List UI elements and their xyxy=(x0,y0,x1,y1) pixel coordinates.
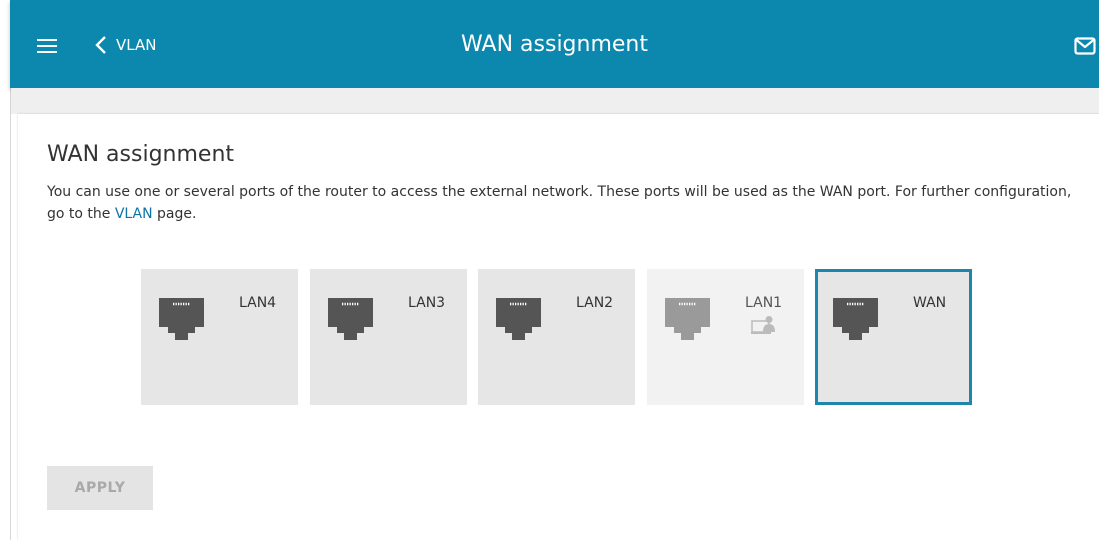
ethernet-port-icon xyxy=(328,298,373,340)
header-title: WAN assignment xyxy=(460,32,648,57)
ethernet-port-icon xyxy=(833,298,878,340)
ethernet-port-icon xyxy=(496,298,541,340)
port-label: WAN xyxy=(913,295,947,311)
port-label: LAN4 xyxy=(239,295,277,311)
port-label: LAN1 xyxy=(745,295,783,311)
apply-button[interactable]: APPLY xyxy=(47,466,153,510)
page-title: WAN assignment xyxy=(47,142,235,167)
port-label: LAN2 xyxy=(576,295,614,311)
chevron-left-icon xyxy=(95,36,106,54)
back-button[interactable]: VLAN xyxy=(92,34,156,56)
vlan-link[interactable]: VLAN xyxy=(115,206,153,222)
ethernet-port-icon xyxy=(159,298,204,340)
description-text-end: page. xyxy=(152,206,197,222)
back-label: VLAN xyxy=(116,36,157,54)
header-spacer xyxy=(11,88,1099,114)
port-lan2[interactable]: LAN2 xyxy=(478,269,635,405)
top-bar: VLAN WAN assignment xyxy=(10,0,1099,88)
port-wan[interactable]: WAN xyxy=(815,269,972,405)
description-text: You can use one or several ports of the … xyxy=(47,184,1072,222)
port-lan4[interactable]: LAN4 xyxy=(141,269,298,405)
port-lan3[interactable]: LAN3 xyxy=(310,269,467,405)
computer-icon xyxy=(751,316,775,334)
port-label: LAN3 xyxy=(408,295,446,311)
mail-icon[interactable] xyxy=(1074,36,1096,56)
port-lan1: LAN1 xyxy=(647,269,804,405)
description: You can use one or several ports of the … xyxy=(47,181,1077,225)
ethernet-port-icon xyxy=(665,298,710,340)
menu-icon[interactable] xyxy=(37,39,57,54)
